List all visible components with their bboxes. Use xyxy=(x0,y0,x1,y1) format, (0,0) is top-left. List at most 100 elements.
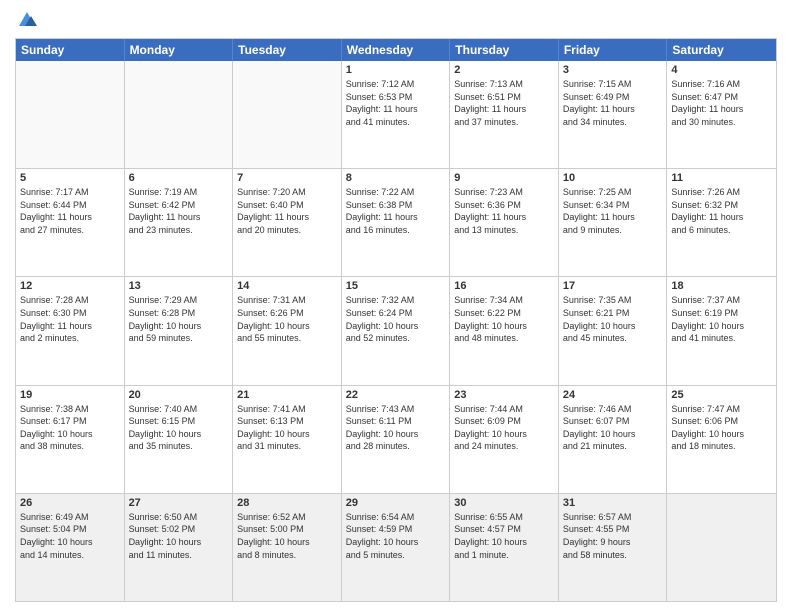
calendar-cell: 17 Sunrise: 7:35 AM Sunset: 6:21 PM Dayli… xyxy=(559,277,668,384)
calendar-cell: 22Sunrise: 7:43 AM Sunset: 6:11 PM Dayli… xyxy=(342,386,451,493)
cell-info: Sunrise: 7:31 AM Sunset: 6:26 PM Dayligh… xyxy=(237,294,337,344)
day-of-week-wednesday: Wednesday xyxy=(342,39,451,61)
cell-info: Sunrise: 7:28 AM Sunset: 6:30 PM Dayligh… xyxy=(20,294,120,344)
calendar-header: SundayMondayTuesdayWednesdayThursdayFrid… xyxy=(16,39,776,61)
calendar-cell xyxy=(125,61,234,168)
day-number: 23 xyxy=(454,389,554,401)
logo-icon xyxy=(17,10,37,30)
calendar-week-2: 5Sunrise: 7:17 AM Sunset: 6:44 PM Daylig… xyxy=(16,168,776,276)
cell-info: Sunrise: 7:41 AM Sunset: 6:13 PM Dayligh… xyxy=(237,403,337,453)
calendar-week-3: 12 Sunrise: 7:28 AM Sunset: 6:30 PM Dayli… xyxy=(16,276,776,384)
cell-info: Sunrise: 7:12 AM Sunset: 6:53 PM Dayligh… xyxy=(346,78,446,128)
day-number: 16 xyxy=(454,280,554,292)
cell-info: Sunrise: 7:20 AM Sunset: 6:40 PM Dayligh… xyxy=(237,186,337,236)
calendar-cell: 4 Sunrise: 7:16 AM Sunset: 6:47 PM Daylig… xyxy=(667,61,776,168)
day-number: 24 xyxy=(563,389,663,401)
day-number: 30 xyxy=(454,497,554,509)
cell-info: Sunrise: 7:25 AM Sunset: 6:34 PM Dayligh… xyxy=(563,186,663,236)
day-number: 31 xyxy=(563,497,663,509)
day-number: 9 xyxy=(454,172,554,184)
cell-info: Sunrise: 7:43 AM Sunset: 6:11 PM Dayligh… xyxy=(346,403,446,453)
cell-info: Sunrise: 6:50 AM Sunset: 5:02 PM Dayligh… xyxy=(129,511,229,561)
day-number: 19 xyxy=(20,389,120,401)
calendar-cell: 5Sunrise: 7:17 AM Sunset: 6:44 PM Daylig… xyxy=(16,169,125,276)
cell-info: Sunrise: 7:37 AM Sunset: 6:19 PM Dayligh… xyxy=(671,294,772,344)
cell-info: Sunrise: 6:55 AM Sunset: 4:57 PM Dayligh… xyxy=(454,511,554,561)
calendar-week-5: 26Sunrise: 6:49 AM Sunset: 5:04 PM Dayli… xyxy=(16,493,776,601)
calendar-week-1: 1 Sunrise: 7:12 AM Sunset: 6:53 PM Daylig… xyxy=(16,61,776,168)
cell-info: Sunrise: 7:15 AM Sunset: 6:49 PM Dayligh… xyxy=(563,78,663,128)
calendar-cell: 8Sunrise: 7:22 AM Sunset: 6:38 PM Daylig… xyxy=(342,169,451,276)
calendar-cell: 1 Sunrise: 7:12 AM Sunset: 6:53 PM Daylig… xyxy=(342,61,451,168)
cell-info: Sunrise: 7:32 AM Sunset: 6:24 PM Dayligh… xyxy=(346,294,446,344)
calendar-cell: 28 Sunrise: 6:52 AM Sunset: 5:00 PM Dayli… xyxy=(233,494,342,601)
day-number: 6 xyxy=(129,172,229,184)
calendar-cell: 14Sunrise: 7:31 AM Sunset: 6:26 PM Dayli… xyxy=(233,277,342,384)
day-number: 21 xyxy=(237,389,337,401)
day-number: 15 xyxy=(346,280,446,292)
cell-info: Sunrise: 6:49 AM Sunset: 5:04 PM Dayligh… xyxy=(20,511,120,561)
calendar-cell: 24Sunrise: 7:46 AM Sunset: 6:07 PM Dayli… xyxy=(559,386,668,493)
calendar-cell: 6 Sunrise: 7:19 AM Sunset: 6:42 PM Daylig… xyxy=(125,169,234,276)
day-number: 10 xyxy=(563,172,663,184)
cell-info: Sunrise: 7:35 AM Sunset: 6:21 PM Dayligh… xyxy=(563,294,663,344)
day-number: 5 xyxy=(20,172,120,184)
cell-info: Sunrise: 7:29 AM Sunset: 6:28 PM Dayligh… xyxy=(129,294,229,344)
cell-info: Sunrise: 7:19 AM Sunset: 6:42 PM Dayligh… xyxy=(129,186,229,236)
calendar-cell: 9 Sunrise: 7:23 AM Sunset: 6:36 PM Daylig… xyxy=(450,169,559,276)
calendar-cell: 10 Sunrise: 7:25 AM Sunset: 6:34 PM Dayli… xyxy=(559,169,668,276)
day-number: 28 xyxy=(237,497,337,509)
page: SundayMondayTuesdayWednesdayThursdayFrid… xyxy=(0,0,792,612)
day-number: 25 xyxy=(671,389,772,401)
calendar-cell xyxy=(667,494,776,601)
header xyxy=(15,10,777,30)
day-number: 2 xyxy=(454,64,554,76)
cell-info: Sunrise: 7:40 AM Sunset: 6:15 PM Dayligh… xyxy=(129,403,229,453)
calendar-cell: 15 Sunrise: 7:32 AM Sunset: 6:24 PM Dayli… xyxy=(342,277,451,384)
cell-info: Sunrise: 6:52 AM Sunset: 5:00 PM Dayligh… xyxy=(237,511,337,561)
day-number: 20 xyxy=(129,389,229,401)
cell-info: Sunrise: 7:13 AM Sunset: 6:51 PM Dayligh… xyxy=(454,78,554,128)
calendar-cell: 25Sunrise: 7:47 AM Sunset: 6:06 PM Dayli… xyxy=(667,386,776,493)
day-of-week-friday: Friday xyxy=(559,39,668,61)
day-number: 4 xyxy=(671,64,772,76)
day-number: 7 xyxy=(237,172,337,184)
day-number: 18 xyxy=(671,280,772,292)
cell-info: Sunrise: 7:34 AM Sunset: 6:22 PM Dayligh… xyxy=(454,294,554,344)
calendar-cell: 29 Sunrise: 6:54 AM Sunset: 4:59 PM Dayli… xyxy=(342,494,451,601)
day-of-week-thursday: Thursday xyxy=(450,39,559,61)
calendar-cell: 19 Sunrise: 7:38 AM Sunset: 6:17 PM Dayli… xyxy=(16,386,125,493)
calendar-cell: 2 Sunrise: 7:13 AM Sunset: 6:51 PM Daylig… xyxy=(450,61,559,168)
day-number: 3 xyxy=(563,64,663,76)
calendar-cell: 12 Sunrise: 7:28 AM Sunset: 6:30 PM Dayli… xyxy=(16,277,125,384)
calendar-cell xyxy=(233,61,342,168)
calendar-cell: 21 Sunrise: 7:41 AM Sunset: 6:13 PM Dayli… xyxy=(233,386,342,493)
cell-info: Sunrise: 7:23 AM Sunset: 6:36 PM Dayligh… xyxy=(454,186,554,236)
day-number: 1 xyxy=(346,64,446,76)
cell-info: Sunrise: 6:57 AM Sunset: 4:55 PM Dayligh… xyxy=(563,511,663,561)
day-number: 11 xyxy=(671,172,772,184)
day-number: 12 xyxy=(20,280,120,292)
calendar-cell: 13 Sunrise: 7:29 AM Sunset: 6:28 PM Dayli… xyxy=(125,277,234,384)
cell-info: Sunrise: 6:54 AM Sunset: 4:59 PM Dayligh… xyxy=(346,511,446,561)
calendar-cell: 3 Sunrise: 7:15 AM Sunset: 6:49 PM Daylig… xyxy=(559,61,668,168)
calendar-cell: 7 Sunrise: 7:20 AM Sunset: 6:40 PM Daylig… xyxy=(233,169,342,276)
cell-info: Sunrise: 7:38 AM Sunset: 6:17 PM Dayligh… xyxy=(20,403,120,453)
calendar-cell: 11Sunrise: 7:26 AM Sunset: 6:32 PM Dayli… xyxy=(667,169,776,276)
day-number: 27 xyxy=(129,497,229,509)
cell-info: Sunrise: 7:16 AM Sunset: 6:47 PM Dayligh… xyxy=(671,78,772,128)
calendar-cell xyxy=(16,61,125,168)
day-of-week-tuesday: Tuesday xyxy=(233,39,342,61)
logo xyxy=(15,10,37,30)
calendar-cell: 30 Sunrise: 6:55 AM Sunset: 4:57 PM Dayli… xyxy=(450,494,559,601)
day-number: 17 xyxy=(563,280,663,292)
day-number: 13 xyxy=(129,280,229,292)
cell-info: Sunrise: 7:44 AM Sunset: 6:09 PM Dayligh… xyxy=(454,403,554,453)
calendar-cell: 31 Sunrise: 6:57 AM Sunset: 4:55 PM Dayli… xyxy=(559,494,668,601)
calendar-cell: 16 Sunrise: 7:34 AM Sunset: 6:22 PM Dayli… xyxy=(450,277,559,384)
day-number: 29 xyxy=(346,497,446,509)
calendar-cell: 18 Sunrise: 7:37 AM Sunset: 6:19 PM Dayli… xyxy=(667,277,776,384)
day-of-week-monday: Monday xyxy=(125,39,234,61)
calendar-cell: 20 Sunrise: 7:40 AM Sunset: 6:15 PM Dayli… xyxy=(125,386,234,493)
calendar-cell: 27 Sunrise: 6:50 AM Sunset: 5:02 PM Dayli… xyxy=(125,494,234,601)
